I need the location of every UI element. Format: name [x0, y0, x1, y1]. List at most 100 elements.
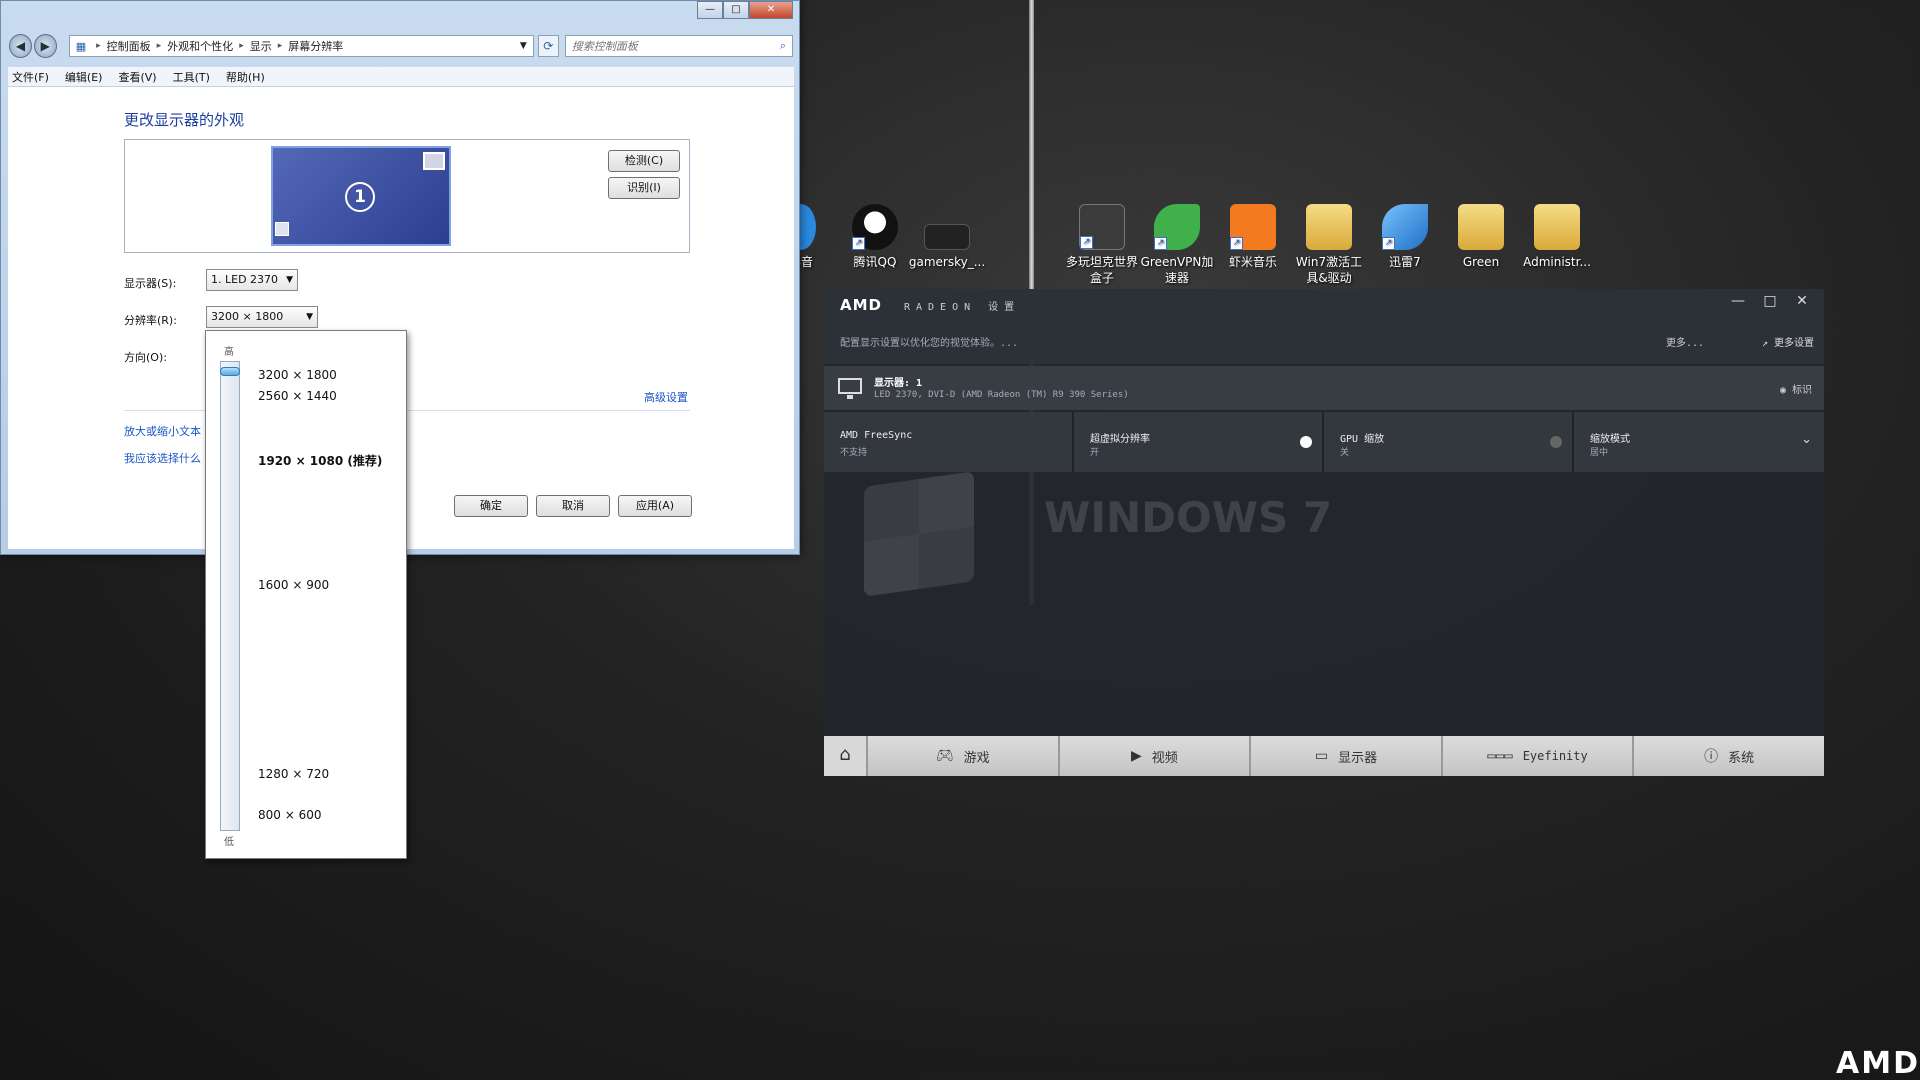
setting-freesync[interactable]: AMD FreeSync 不支持 [824, 412, 1074, 472]
text-size-link[interactable]: 放大或缩小文本 [124, 423, 201, 439]
amd-more-link[interactable]: 更多... [1666, 334, 1704, 349]
home-button[interactable]: ⌂ [824, 736, 868, 776]
search-icon[interactable]: ⌕ [780, 39, 786, 53]
amd-more-settings-link[interactable]: ↗ 更多设置 [1762, 334, 1814, 349]
resolution-option-recommended[interactable]: 1920 × 1080 (推荐) [258, 452, 382, 469]
chevron-down-icon: ▼ [286, 275, 293, 285]
display-label: 显示器(S): [124, 277, 177, 290]
resolution-select[interactable]: 3200 × 1800 ▼ [206, 306, 318, 328]
breadcrumb-item[interactable]: 显示 [250, 38, 272, 54]
minimize-button[interactable]: — [697, 1, 723, 19]
xunlei-bird-icon: ↗ [1382, 204, 1428, 250]
forward-button[interactable]: ▶ [33, 34, 57, 58]
ok-button[interactable]: 确定 [454, 495, 528, 517]
menu-view[interactable]: 查看(V) [118, 69, 156, 85]
breadcrumb-item[interactable]: 屏幕分辨率 [288, 38, 343, 54]
which-settings-link[interactable]: 我应该选择什么 [124, 450, 201, 466]
nav-tab-display[interactable]: ▭ 显示器 [1251, 736, 1443, 776]
setting-gpu-scaling[interactable]: GPU 缩放 关 [1324, 412, 1574, 472]
nav-tab-gaming[interactable]: 🎮︎ 游戏 [868, 736, 1060, 776]
monitor-taskbar-icon [275, 222, 289, 236]
address-dropdown-icon[interactable]: ▼ [520, 41, 527, 51]
monitor-icon: ▭ [1314, 748, 1329, 764]
amd-radeon-settings-window: AMD RADEON 设置 — □ ✕ 配置显示设置以优化您的视觉体验。... … [824, 289, 1824, 776]
radeon-brand: RADEON 设置 [904, 302, 1021, 313]
amd-close-button[interactable]: ✕ [1786, 293, 1818, 309]
desktop-icon-gamersky[interactable]: gamersky_... [908, 204, 986, 270]
home-icon: ⌂ [839, 744, 851, 765]
tank-world-box-icon: ↗ [1079, 204, 1125, 250]
display-select[interactable]: 1. LED 2370 ▼ [206, 269, 298, 291]
desktop-icon-xiami[interactable]: ↗ 虾米音乐 [1214, 204, 1292, 270]
setting-scaling-mode[interactable]: 缩放模式 居中 ⌄ [1574, 412, 1824, 472]
slider-high-label: 高 [224, 347, 234, 358]
monitor-corner-icon [423, 152, 445, 170]
desktop-icon-green-folder[interactable]: Green [1442, 204, 1520, 270]
slider-low-label: 低 [224, 837, 234, 848]
identify-button[interactable]: 识别(I) [608, 177, 680, 199]
search-input[interactable] [571, 39, 780, 53]
control-panel-icon: ▦ [75, 39, 87, 53]
amd-maximize-button[interactable]: □ [1754, 293, 1786, 309]
advanced-settings-link[interactable]: 高级设置 [644, 389, 688, 405]
cancel-button[interactable]: 取消 [536, 495, 610, 517]
amd-display-subtitle: LED 2370, DVI-D (AMD Radeon (TM) R9 390 … [874, 390, 1129, 400]
play-icon: ▶ [1130, 748, 1142, 764]
breadcrumb-item[interactable]: 控制面板 [107, 38, 151, 54]
nav-tab-video[interactable]: ▶ 视频 [1059, 736, 1252, 776]
info-icon: ⓘ [1704, 749, 1719, 765]
desktop-icon-greenvpn[interactable]: ↗ GreenVPN加速器 [1138, 204, 1216, 286]
amd-identify-button[interactable]: ◉ 标识 [1780, 381, 1812, 396]
resolution-option[interactable]: 1600 × 900 [258, 578, 329, 592]
apply-button[interactable]: 应用(A) [618, 495, 692, 517]
nav-tab-system[interactable]: ⓘ 系统 [1634, 736, 1824, 776]
folder-icon [1306, 204, 1352, 250]
amd-display-row[interactable]: 显示器: 1 LED 2370, DVI-D (AMD Radeon (TM) … [824, 366, 1824, 410]
resolution-label: 分辨率(R): [124, 314, 177, 327]
desktop-icon-qq[interactable]: ↗ 腾讯QQ [836, 204, 914, 270]
eyefinity-icon: ▭▭▭ [1487, 748, 1513, 764]
breadcrumb-item[interactable]: 外观和个性化 [167, 38, 233, 54]
desktop-icon-administrator[interactable]: Administr... [1518, 204, 1596, 270]
chevron-down-icon[interactable]: ⌄ [1801, 432, 1812, 447]
setting-vsr[interactable]: 超虚拟分辨率 开 [1074, 412, 1324, 472]
resolution-option[interactable]: 3200 × 1800 [258, 368, 337, 382]
gamersky-icon [924, 224, 970, 250]
resolution-option[interactable]: 2560 × 1440 [258, 389, 337, 403]
close-button[interactable]: ✕ [749, 1, 793, 19]
folder-icon [1458, 204, 1504, 250]
windows-logo-icon [864, 471, 974, 597]
amd-header: AMD RADEON 设置 — □ ✕ 配置显示设置以优化您的视觉体验。... … [824, 289, 1824, 364]
desktop-icon-tank-box[interactable]: ↗ 多玩坦克世界盒子 [1063, 204, 1141, 286]
amd-minimize-button[interactable]: — [1722, 293, 1754, 309]
display-preview: 1 检测(C) 识别(I) [124, 139, 690, 253]
address-row: ◀ ▶ ▦ ▸ 控制面板 ▸ 外观和个性化 ▸ 显示 ▸ 屏幕分辨率 ▼ ⟳ ⌕ [9, 33, 794, 59]
amd-window-buttons: — □ ✕ [1722, 293, 1818, 309]
menu-bar: 文件(F) 编辑(E) 查看(V) 工具(T) 帮助(H) [8, 67, 794, 87]
refresh-button[interactable]: ⟳ [537, 35, 559, 57]
resolution-slider-track[interactable] [220, 361, 240, 831]
menu-edit[interactable]: 编辑(E) [65, 69, 103, 85]
resolution-slider-thumb[interactable] [220, 367, 240, 376]
address-bar[interactable]: ▦ ▸ 控制面板 ▸ 外观和个性化 ▸ 显示 ▸ 屏幕分辨率 ▼ [68, 35, 534, 57]
menu-help[interactable]: 帮助(H) [226, 69, 265, 85]
monitor-icon [838, 378, 862, 399]
share-arrow-icon: ↗ [1761, 338, 1768, 349]
nav-tab-eyefinity[interactable]: ▭▭▭ Eyefinity [1442, 736, 1635, 776]
back-button[interactable]: ◀ [9, 34, 32, 58]
user-folder-icon [1534, 204, 1580, 250]
amd-bottom-nav: ⌂ 🎮︎ 游戏 ▶ 视频 ▭ 显示器 ▭▭▭ Eyefinity ⓘ 系统 [824, 736, 1824, 776]
menu-tools[interactable]: 工具(T) [173, 69, 210, 85]
maximize-button[interactable]: □ [723, 1, 749, 19]
detect-button[interactable]: 检测(C) [608, 150, 680, 172]
resolution-option[interactable]: 1280 × 720 [258, 767, 329, 781]
gpu-scaling-toggle[interactable] [1550, 436, 1562, 448]
desktop-icon-xunlei[interactable]: ↗ 迅雷7 [1366, 204, 1444, 270]
monitor-preview[interactable]: 1 [271, 146, 451, 246]
gamepad-icon: 🎮︎ [935, 748, 954, 764]
menu-file[interactable]: 文件(F) [12, 69, 49, 85]
resolution-option[interactable]: 800 × 600 [258, 808, 322, 822]
desktop-icon-win7-activator[interactable]: Win7激活工具&驱动 [1290, 204, 1368, 286]
vsr-toggle[interactable] [1300, 436, 1312, 448]
xiami-music-icon: ↗ [1230, 204, 1276, 250]
